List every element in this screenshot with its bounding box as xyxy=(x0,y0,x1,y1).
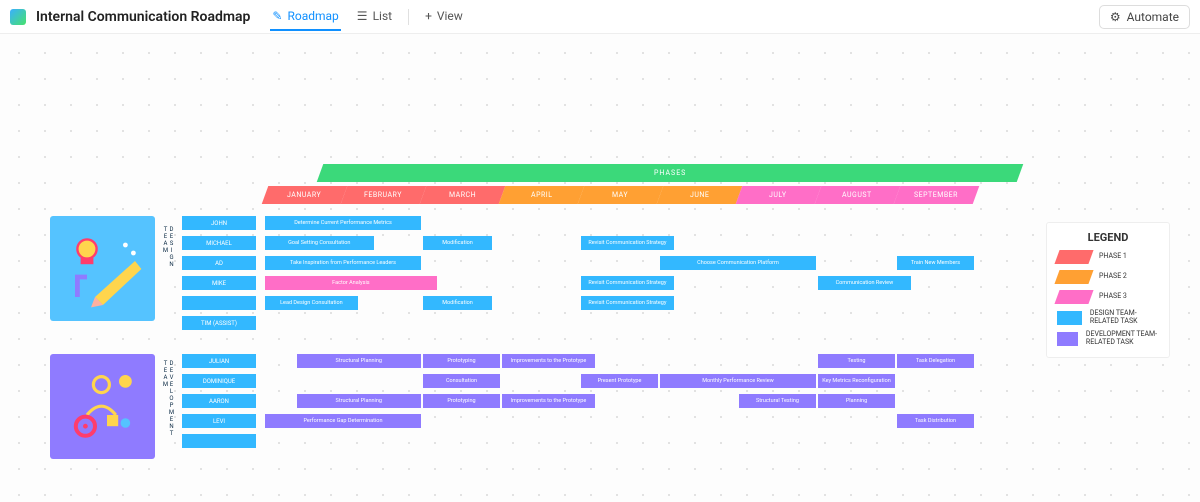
rowlabel-dev-2: AARON xyxy=(182,394,256,408)
separator xyxy=(408,9,409,25)
month-march: MARCH xyxy=(420,186,505,204)
design-team-illustration xyxy=(63,229,143,309)
legend-label: PHASE 2 xyxy=(1099,273,1127,281)
task-bar[interactable]: Lead Design Consultation xyxy=(265,296,358,310)
roadmap-icon: ✎ xyxy=(272,10,282,22)
tab-add-view[interactable]: + View xyxy=(423,3,465,31)
legend-label: DESIGN TEAM-RELATED TASK xyxy=(1090,310,1159,325)
tab-add-view-label: View xyxy=(437,9,463,23)
legend-swatch xyxy=(1054,250,1093,264)
tab-roadmap-label: Roadmap xyxy=(287,9,338,23)
month-january: JANUARY xyxy=(262,186,347,204)
design-team-label: DESIGN TEAM xyxy=(162,226,174,268)
month-february: FEBRUARY xyxy=(341,186,426,204)
plus-icon: + xyxy=(425,10,432,22)
task-bar[interactable]: Improvements to the Prototype xyxy=(502,354,595,368)
task-bar[interactable]: Modification xyxy=(423,236,492,250)
task-bar[interactable]: Structural Planning xyxy=(297,354,421,368)
legend-swatch xyxy=(1057,332,1078,346)
task-bar[interactable]: Prototyping xyxy=(423,354,500,368)
task-bar[interactable]: Choose Communication Platform xyxy=(660,256,816,270)
task-bar[interactable]: Task Distribution xyxy=(897,414,974,428)
view-tabs: ✎ Roadmap ☰ List + View xyxy=(270,3,464,31)
task-bar[interactable]: Present Prototype xyxy=(581,374,658,388)
dev-team-label: DEVELOPMENT TEAM xyxy=(162,360,174,437)
task-bar[interactable]: Planning xyxy=(818,394,895,408)
task-bar[interactable]: Determine Current Performance Metrics xyxy=(265,216,421,230)
task-bar[interactable]: Consultation xyxy=(423,374,500,388)
rowlabel-design-5: TIM (ASSIST) xyxy=(182,316,256,330)
task-bar[interactable]: Structural Testing xyxy=(739,394,816,408)
legend-item-0: PHASE 1 xyxy=(1057,250,1159,264)
dev-team-illustration xyxy=(63,367,143,447)
tab-list-label: List xyxy=(373,9,393,23)
month-april: APRIL xyxy=(499,186,584,204)
month-may: MAY xyxy=(578,186,663,204)
month-july: JULY xyxy=(736,186,821,204)
rowlabel-dev-4 xyxy=(182,434,256,448)
rowlabel-design-2: AD xyxy=(182,256,256,270)
task-bar[interactable]: Monthly Performance Review xyxy=(660,374,816,388)
task-bar[interactable]: Revisit Communication Strategy xyxy=(581,276,674,290)
rowlabel-design-0: JOHN xyxy=(182,216,256,230)
legend-label: PHASE 1 xyxy=(1099,253,1127,261)
legend-swatch xyxy=(1054,290,1093,304)
dev-team-badge xyxy=(50,354,155,459)
task-bar[interactable]: Take Inspiration from Performance Leader… xyxy=(265,256,421,270)
automate-label: Automate xyxy=(1127,10,1179,24)
rowlabel-dev-3: LEVI xyxy=(182,414,256,428)
task-bar[interactable]: Revisit Communication Strategy xyxy=(581,296,674,310)
task-bar[interactable]: Train New Members xyxy=(897,256,974,270)
task-bar[interactable]: Modification xyxy=(423,296,492,310)
task-bar[interactable]: Communication Review xyxy=(818,276,911,290)
legend-label: PHASE 3 xyxy=(1099,293,1127,301)
rowlabel-design-4 xyxy=(182,296,256,310)
month-june: JUNE xyxy=(657,186,742,204)
legend-item-3: DESIGN TEAM-RELATED TASK xyxy=(1057,310,1159,325)
legend-item-2: PHASE 3 xyxy=(1057,290,1159,304)
task-bar[interactable]: Improvements to the Prototype xyxy=(502,394,595,408)
task-bar[interactable]: Structural Planning xyxy=(297,394,421,408)
tab-roadmap[interactable]: ✎ Roadmap xyxy=(270,3,340,31)
legend-title: LEGEND xyxy=(1057,231,1159,244)
month-august: AUGUST xyxy=(815,186,900,204)
rowlabel-design-3: MIKE xyxy=(182,276,256,290)
design-team-badge xyxy=(50,216,155,321)
automate-icon: ⚙ xyxy=(1110,11,1121,23)
months-strip: JANUARYFEBRUARYMARCHAPRILMAYJUNEJULYAUGU… xyxy=(265,186,976,204)
legend: LEGEND PHASE 1 PHASE 2 PHASE 3 DESIGN TEAM-… xyxy=(1046,222,1170,358)
legend-swatch xyxy=(1054,270,1093,284)
legend-swatch xyxy=(1057,311,1082,325)
rowlabel-dev-0: JULIAN xyxy=(182,354,256,368)
task-bar[interactable]: Key Metrics Reconfiguration xyxy=(818,374,895,388)
legend-label: DEVELOPMENT TEAM-RELATED TASK xyxy=(1086,331,1159,346)
list-icon: ☰ xyxy=(357,10,368,22)
tab-list[interactable]: ☰ List xyxy=(355,3,394,31)
month-september: SEPTEMBER xyxy=(894,186,979,204)
legend-item-1: PHASE 2 xyxy=(1057,270,1159,284)
app-icon xyxy=(10,9,26,25)
rowlabel-design-1: MICHAEL xyxy=(182,236,256,250)
top-bar: Internal Communication Roadmap ✎ Roadmap… xyxy=(0,0,1200,34)
task-bar[interactable]: Factor Analysis xyxy=(265,276,437,290)
phases-banner: PHASES xyxy=(317,164,1024,182)
rowlabel-dev-1: DOMINIQUE xyxy=(182,374,256,388)
task-bar[interactable]: Goal Setting Consultation xyxy=(265,236,374,250)
page-title: Internal Communication Roadmap xyxy=(36,9,250,25)
task-bar[interactable]: Revisit Communication Strategy xyxy=(581,236,674,250)
task-bar[interactable]: Performance Gap Determination xyxy=(265,414,421,428)
task-bar[interactable]: Task Delegation xyxy=(897,354,974,368)
automate-button[interactable]: ⚙ Automate xyxy=(1099,5,1190,29)
task-bar[interactable]: Testing xyxy=(818,354,895,368)
legend-item-4: DEVELOPMENT TEAM-RELATED TASK xyxy=(1057,331,1159,346)
task-bar[interactable]: Prototyping xyxy=(423,394,500,408)
roadmap-canvas[interactable]: PHASES JANUARYFEBRUARYMARCHAPRILMAYJUNEJ… xyxy=(0,34,1200,502)
